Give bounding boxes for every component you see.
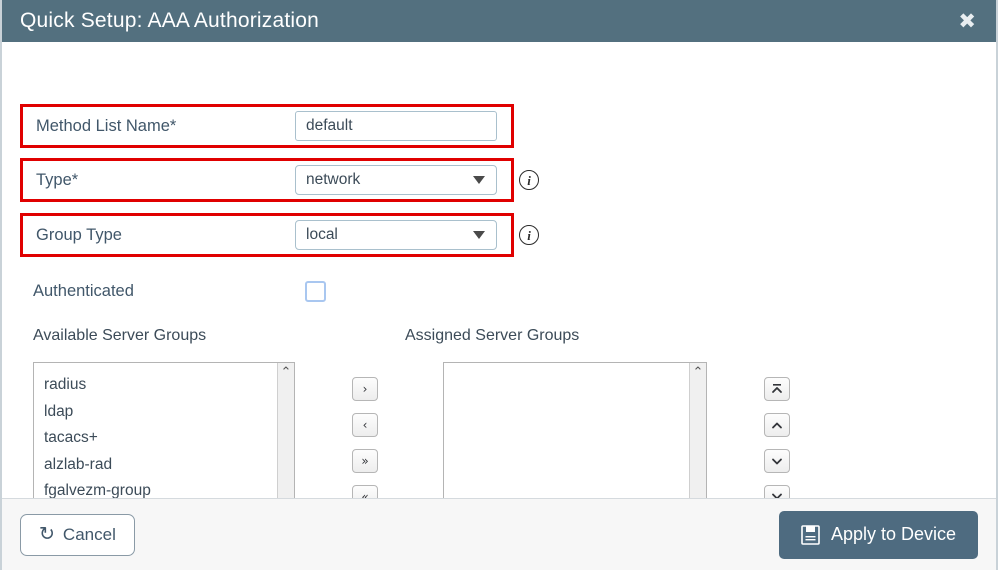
list-item[interactable]: ldap bbox=[44, 399, 277, 426]
available-server-groups-listbox[interactable]: radius ldap tacacs+ alzlab-rad fgalvezm-grou… bbox=[33, 362, 295, 498]
field-row-authenticated: Authenticated bbox=[33, 278, 513, 304]
dialog-titlebar: Quick Setup: AAA Authorization ✖ bbox=[2, 0, 996, 42]
group-type-select[interactable]: local bbox=[295, 220, 497, 250]
assigned-server-groups-listbox[interactable]: ⌃ ⌄ bbox=[443, 362, 707, 498]
available-list-scrollbar[interactable]: ⌃ ⌄ bbox=[277, 363, 294, 498]
available-server-groups-label: Available Server Groups bbox=[33, 327, 207, 344]
dialog-footer: ↻ Cancel Apply to Device bbox=[2, 498, 996, 570]
list-item[interactable]: alzlab-rad bbox=[44, 452, 277, 479]
field-row-type: Type* network bbox=[20, 158, 514, 202]
group-type-info-icon[interactable]: i bbox=[519, 225, 539, 245]
apply-to-device-button[interactable]: Apply to Device bbox=[778, 510, 978, 559]
list-item[interactable]: tacacs+ bbox=[44, 425, 277, 452]
type-info-icon[interactable]: i bbox=[519, 170, 539, 190]
list-item[interactable]: radius bbox=[44, 372, 277, 399]
list-item[interactable]: fgalvezm-group bbox=[44, 478, 277, 498]
move-all-left-button[interactable]: « bbox=[352, 485, 378, 498]
move-all-right-button[interactable]: » bbox=[352, 449, 378, 473]
method-list-name-input[interactable] bbox=[295, 111, 497, 141]
close-icon[interactable]: ✖ bbox=[954, 9, 980, 34]
scroll-up-icon[interactable]: ⌃ bbox=[281, 366, 292, 379]
apply-to-device-label: Apply to Device bbox=[830, 524, 956, 544]
transfer-button-column: › ‹ » « bbox=[352, 377, 378, 498]
method-list-name-label: Method List Name* bbox=[36, 116, 177, 135]
type-label: Type* bbox=[36, 170, 79, 189]
move-to-top-button[interactable] bbox=[764, 377, 790, 401]
scroll-up-icon[interactable]: ⌃ bbox=[693, 366, 704, 379]
cancel-button[interactable]: ↻ Cancel bbox=[20, 513, 135, 556]
type-select-wrapper: network bbox=[295, 165, 497, 195]
move-down-button[interactable] bbox=[764, 449, 790, 473]
dialog-title: Quick Setup: AAA Authorization bbox=[20, 9, 320, 32]
move-up-button[interactable] bbox=[764, 413, 790, 437]
save-icon bbox=[801, 524, 820, 545]
available-list-items: radius ldap tacacs+ alzlab-rad fgalvezm-grou… bbox=[34, 363, 277, 498]
assigned-list-items bbox=[444, 363, 689, 498]
field-row-group-type: Group Type local bbox=[20, 213, 514, 257]
dialog-body: Method List Name* Type* network i Group … bbox=[2, 42, 996, 498]
cancel-button-label: Cancel bbox=[62, 524, 116, 544]
quick-setup-dialog: Quick Setup: AAA Authorization ✖ Method … bbox=[0, 0, 998, 570]
authenticated-label: Authenticated bbox=[33, 281, 134, 300]
type-select[interactable]: network bbox=[295, 165, 497, 195]
move-right-button[interactable]: › bbox=[352, 377, 378, 401]
authenticated-checkbox[interactable] bbox=[305, 280, 326, 302]
group-type-label: Group Type bbox=[36, 225, 122, 244]
undo-icon: ↻ bbox=[39, 523, 55, 545]
group-type-select-wrapper: local bbox=[295, 220, 497, 250]
order-button-column bbox=[764, 377, 790, 498]
move-left-button[interactable]: ‹ bbox=[352, 413, 378, 437]
move-to-bottom-button[interactable] bbox=[764, 485, 790, 498]
assigned-list-scrollbar[interactable]: ⌃ ⌄ bbox=[689, 363, 706, 498]
assigned-server-groups-label: Assigned Server Groups bbox=[405, 327, 580, 344]
field-row-method-list-name: Method List Name* bbox=[20, 104, 514, 148]
